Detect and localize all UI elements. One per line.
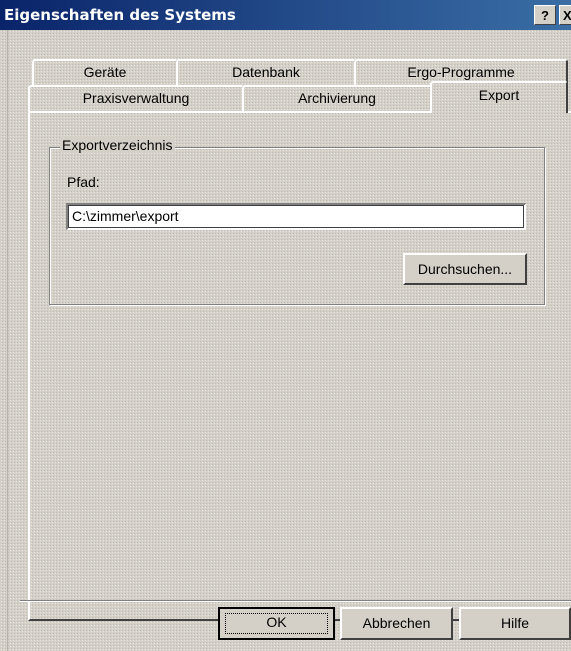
tab-export[interactable]: Export xyxy=(430,81,568,113)
path-input[interactable]: C:\zimmer\export xyxy=(66,203,526,230)
group-legend: Exportverzeichnis xyxy=(60,137,175,153)
ok-label: OK xyxy=(266,614,287,630)
cancel-button[interactable]: Abbrechen xyxy=(340,607,453,640)
dialog-client-area: Geräte Datenbank Ergo-Programme Praxisve… xyxy=(0,30,571,651)
help-button[interactable]: Hilfe xyxy=(459,607,571,640)
help-question-icon[interactable]: ? xyxy=(534,5,556,25)
path-label: Pfad: xyxy=(67,174,100,190)
bottom-divider xyxy=(20,600,571,602)
title-bar[interactable]: Eigenschaften des Systems ? X xyxy=(0,0,571,30)
tab-archivierung[interactable]: Archivierung xyxy=(242,85,432,111)
window-title: Eigenschaften des Systems xyxy=(4,6,236,24)
ok-button[interactable]: OK xyxy=(218,607,335,640)
tab-geraete[interactable]: Geräte xyxy=(32,59,178,85)
tab-praxisverwaltung[interactable]: Praxisverwaltung xyxy=(28,85,244,111)
close-icon[interactable]: X xyxy=(559,5,571,25)
tab-datenbank[interactable]: Datenbank xyxy=(176,59,356,85)
browse-button[interactable]: Durchsuchen... xyxy=(403,253,527,285)
